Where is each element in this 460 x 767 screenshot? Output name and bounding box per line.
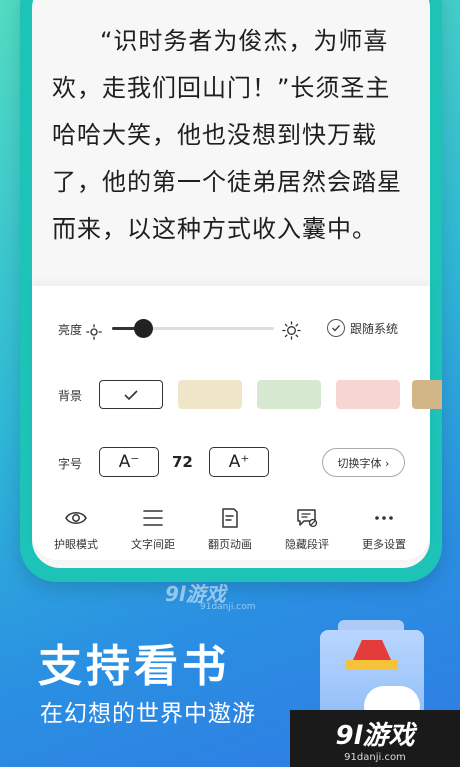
font-increase-button[interactable]: A⁺	[209, 447, 269, 477]
switch-font-button[interactable]: 切换字体 ›	[322, 448, 405, 477]
reader-content: “识时务者为俊杰，为师喜欢，走我们回山门！”长须圣主哈哈大笑，他也没想到快万载了…	[52, 18, 408, 253]
follow-system-label: 跟随系统	[350, 321, 399, 336]
brightness-slider[interactable]	[112, 319, 274, 338]
more-settings-button[interactable]: 更多设置	[354, 506, 414, 562]
promo-subtitle: 在幻想的世界中遨游	[40, 701, 256, 727]
background-swatch-beige[interactable]	[178, 380, 242, 409]
check-circle-icon	[327, 319, 345, 337]
font-size-label: 字号	[58, 457, 83, 471]
brightness-high-icon[interactable]	[282, 321, 301, 340]
eye-icon	[65, 512, 87, 524]
more-settings-label: 更多设置	[362, 538, 406, 551]
page-turn-label: 翻页动画	[208, 538, 252, 551]
text-spacing-label: 文字间距	[131, 538, 175, 551]
text-spacing-button[interactable]: 文字间距	[123, 506, 183, 562]
hide-comments-button[interactable]: 隐藏段评	[277, 506, 337, 562]
reader-paragraph: “识时务者为俊杰，为师喜欢，走我们回山门！”长须圣主哈哈大笑，他也没想到快万载了…	[52, 27, 402, 243]
background-swatch-green[interactable]	[257, 380, 321, 409]
background-swatch-tan[interactable]	[412, 380, 442, 409]
spacing-icon	[143, 510, 163, 526]
eye-protection-label: 护眼模式	[54, 538, 98, 551]
font-size-value: 72	[172, 453, 193, 471]
watermark-url: 91danji.com	[200, 602, 256, 612]
checkmark-icon	[124, 389, 138, 400]
background-swatch-white[interactable]	[99, 380, 163, 409]
hide-comments-label: 隐藏段评	[285, 538, 329, 551]
logo-text: 9l游戏	[335, 720, 415, 751]
lamp-light-illustration	[346, 660, 398, 670]
background-label: 背景	[58, 389, 83, 403]
page-turn-icon	[222, 508, 238, 528]
comment-hide-icon	[297, 509, 318, 528]
promo-title: 支持看书	[38, 641, 230, 692]
logo-url: 91danji.com	[344, 751, 406, 763]
eye-protection-button[interactable]: 护眼模式	[46, 506, 106, 562]
font-decrease-button[interactable]: A⁻	[99, 447, 159, 477]
page-turn-button[interactable]: 翻页动画	[200, 506, 260, 562]
brightness-slider-knob[interactable]	[133, 319, 153, 338]
more-icon	[375, 516, 393, 520]
background-swatch-pink[interactable]	[336, 380, 400, 409]
bottom-toolbar: 护眼模式 文字间距 翻页动画 隐藏段评 更多设置	[36, 506, 428, 562]
site-logo: 9l游戏 91danji.com	[290, 710, 460, 767]
brightness-low-icon[interactable]	[86, 324, 102, 340]
brightness-label: 亮度	[58, 323, 83, 337]
follow-system-toggle[interactable]: 跟随系统	[327, 319, 398, 337]
